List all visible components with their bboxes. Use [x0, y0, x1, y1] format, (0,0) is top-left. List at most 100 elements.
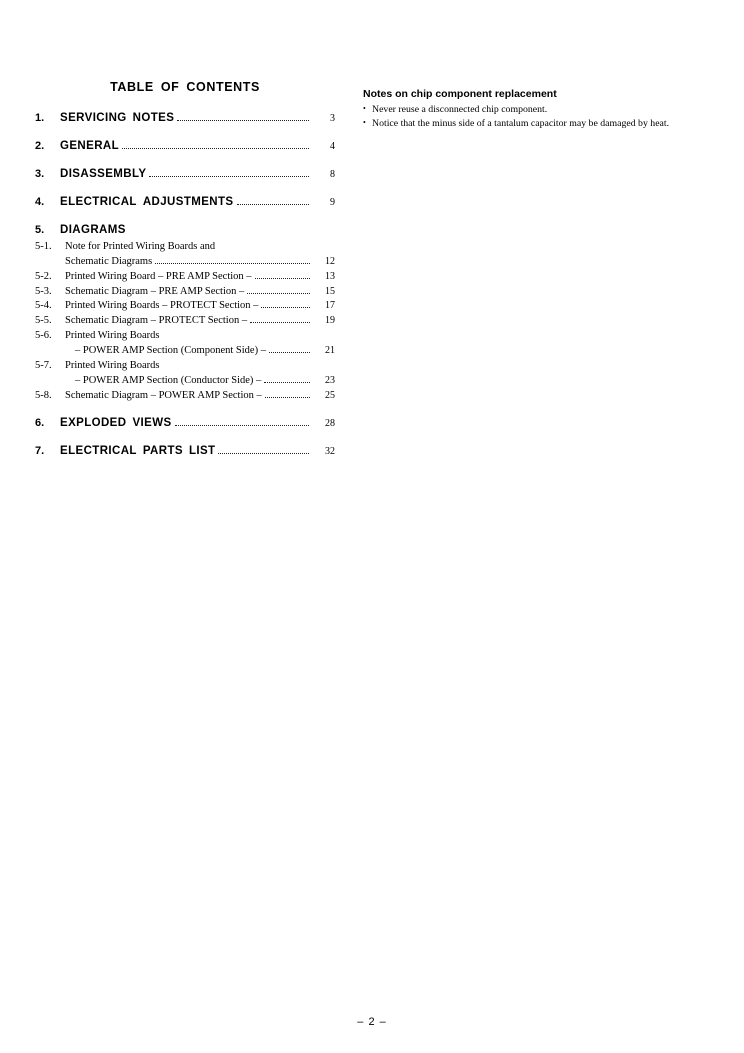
toc-entry-electrical-adjustments[interactable]: 4. ELECTRICAL ADJUSTMENTS 9 [35, 196, 335, 208]
toc-subentry-5-1-continued[interactable]: Schematic Diagrams 12 [35, 255, 335, 269]
note-text: Notice that the minus side of a tantalum… [372, 117, 670, 129]
document-page: TABLE OF CONTENTS 1. SERVICING NOTES 3 2. G… [0, 0, 744, 1053]
dot-leader [236, 204, 309, 205]
toc-subentry-number: 5-7. [35, 359, 52, 371]
note-list-item: • Notice that the minus side of a tantal… [363, 117, 708, 131]
toc-subentry-number: 5-8. [35, 389, 52, 401]
toc-subentry-page: 15 [325, 285, 335, 297]
note-list-item: • Never reuse a disconnected chip compon… [363, 103, 708, 117]
dot-leader [149, 176, 309, 177]
toc-subentry-number: 5-2. [35, 270, 52, 282]
toc-subentry-5-1[interactable]: 5-1. Note for Printed Wiring Boards and [35, 240, 335, 254]
dot-leader [264, 381, 310, 383]
toc-entry-label: SERVICING NOTES [60, 112, 174, 124]
toc-subentry-5-6[interactable]: 5-6. Printed Wiring Boards [35, 329, 335, 343]
toc-entry-label-word: VIEWS [132, 417, 172, 430]
toc-subentry-label: – POWER AMP Section (Component Side) – [75, 345, 266, 357]
toc-subentry-label: Printed Wiring Boards – PROTECT Section … [65, 300, 259, 312]
bullet-icon: • [363, 104, 366, 113]
toc-entry-number: 4. [35, 196, 45, 208]
toc-entry-number: 2. [35, 140, 45, 152]
dot-leader [247, 292, 310, 294]
toc-subentry-page: 17 [325, 300, 335, 312]
notes-heading: Notes on chip component replacement [363, 88, 557, 100]
toc-subentry-5-6-continued[interactable]: – POWER AMP Section (Component Side) – 2… [35, 344, 335, 358]
toc-entry-label: ELECTRICAL PARTS LIST [60, 445, 215, 457]
toc-subentry-label: Note for Printed Wiring Boards and [65, 241, 216, 252]
toc-entry-label-word: NOTES [132, 112, 175, 124]
toc-entry-label-word: DISASSEMBLY [60, 168, 147, 180]
page-title: TABLE OF CONTENTS [35, 80, 335, 94]
dot-leader [122, 148, 309, 149]
toc-entry-number: 7. [35, 445, 45, 458]
toc-subentry-label: Schematic Diagrams [65, 255, 153, 267]
toc-subentry-5-3[interactable]: 5-3. Schematic Diagram – PRE AMP Section… [35, 285, 335, 299]
toc-subentry-page: 12 [325, 255, 335, 267]
page-title-word: CONTENTS [186, 80, 260, 94]
toc-subentry-number: 5-6. [35, 330, 52, 342]
dot-leader [155, 262, 310, 264]
toc-subentry-5-2[interactable]: 5-2. Printed Wiring Board – PRE AMP Sect… [35, 270, 335, 284]
toc-entry-servicing-notes[interactable]: 1. SERVICING NOTES 3 [35, 112, 335, 124]
toc-entry-label-word: DIAGRAMS [60, 224, 126, 236]
toc-entry-page: 4 [330, 141, 335, 152]
toc-entry-page: 8 [330, 169, 335, 180]
dot-leader [177, 120, 309, 121]
toc-entry-label-word: ADJUSTMENTS [142, 196, 234, 208]
dot-leader [264, 396, 310, 398]
toc-subentry-page: 21 [325, 345, 335, 357]
bullet-icon: • [363, 117, 366, 127]
toc-subentry-number: 5-4. [35, 300, 52, 312]
dot-leader [261, 307, 310, 309]
toc-entry-label: DISASSEMBLY [60, 168, 146, 180]
toc-subentry-page: 13 [325, 270, 335, 282]
toc-entry-page: 3 [330, 113, 335, 124]
toc-subentry-5-7-continued[interactable]: – POWER AMP Section (Conductor Side) – 2… [35, 374, 335, 388]
toc-entry-number: 3. [35, 168, 45, 180]
toc-subentry-page: 25 [325, 389, 335, 401]
toc-entry-label-word: ELECTRICAL [60, 196, 137, 208]
toc-entry-label: EXPLODED VIEWS [60, 417, 172, 429]
toc-entry-disassembly[interactable]: 3. DISASSEMBLY 8 [35, 168, 335, 180]
toc-entry-label-word: EXPLODED [60, 417, 127, 430]
toc-entry-diagrams[interactable]: 5. DIAGRAMS [35, 224, 335, 236]
toc-entry-general[interactable]: 2. GENERAL 4 [35, 140, 335, 152]
toc-subentry-5-8[interactable]: 5-8. Schematic Diagram – POWER AMP Secti… [35, 389, 335, 403]
dot-leader [268, 352, 310, 354]
toc-subentry-label: Schematic Diagram – PRE AMP Section – [65, 285, 245, 297]
dot-leader [250, 322, 310, 324]
page-title-word: TABLE [110, 80, 154, 94]
toc-subentry-label: Schematic Diagram – POWER AMP Section – [65, 389, 262, 401]
note-text: Never reuse a disconnected chip componen… [372, 104, 548, 115]
toc-subentry-label: Schematic Diagram – PROTECT Section – [65, 315, 248, 327]
toc-entry-label: ELECTRICAL ADJUSTMENTS [60, 196, 234, 208]
toc-entry-page: 32 [325, 446, 335, 458]
toc-subentry-5-4[interactable]: 5-4. Printed Wiring Boards – PROTECT Sec… [35, 299, 335, 313]
toc-entry-electrical-parts-list[interactable]: 7. ELECTRICAL PARTS LIST 32 [35, 445, 335, 457]
toc-entry-page: 28 [325, 418, 335, 430]
dot-leader [218, 453, 309, 455]
toc-subentry-number: 5-1. [35, 241, 52, 252]
toc-entry-label-word: SERVICING [60, 112, 127, 124]
toc-entry-label: DIAGRAMS [60, 224, 126, 236]
toc-subentry-page: 19 [325, 315, 335, 327]
toc-entry-label-word: GENERAL [60, 140, 120, 152]
toc-subentry-number: 5-5. [35, 315, 52, 327]
toc-entry-label: GENERAL [60, 140, 119, 152]
toc-entry-page: 9 [330, 197, 335, 208]
dot-leader [254, 277, 310, 279]
toc-entry-exploded-views[interactable]: 6. EXPLODED VIEWS 28 [35, 417, 335, 429]
toc-entry-number: 6. [35, 417, 45, 430]
page-number-footer: – 2 – [357, 1016, 387, 1028]
toc-subentry-number: 5-3. [35, 285, 52, 297]
notes-section: Notes on chip component replacement • Ne… [363, 88, 708, 131]
toc-subentry-page: 23 [325, 374, 335, 386]
dot-leader [174, 425, 309, 427]
toc-entry-label-word: ELECTRICAL [60, 445, 137, 458]
toc-entry-label-word: PARTS [142, 445, 183, 458]
toc-subentry-label: Printed Wiring Boards [65, 330, 160, 342]
toc-subentry-label: – POWER AMP Section (Conductor Side) – [75, 374, 262, 386]
toc-subentry-5-7[interactable]: 5-7. Printed Wiring Boards [35, 359, 335, 373]
toc-subentry-5-5[interactable]: 5-5. Schematic Diagram – PROTECT Section… [35, 314, 335, 328]
